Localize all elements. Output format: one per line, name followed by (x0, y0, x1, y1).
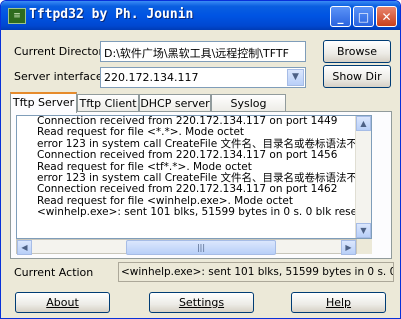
log-line: <winhelp.exe>: sent 101 blks, 51599 byte… (37, 206, 368, 219)
vertical-scrollbar[interactable]: ▲ ▼ (355, 116, 371, 238)
settings-label: Settings (178, 296, 225, 309)
tftp-server-panel: Connection received from 220.172.134.117… (10, 111, 392, 259)
minimize-button[interactable]: _ (330, 6, 351, 27)
current-directory-label: Current Directory (14, 45, 110, 58)
chevron-down-icon[interactable]: ▼ (287, 69, 304, 86)
tftpd-icon: ≡ (8, 8, 26, 24)
tab-dhcp-server[interactable]: DHCP server (139, 94, 211, 112)
current-directory-field[interactable]: D:\软件广场\黑软工具\远程控制\TFTF (100, 41, 306, 62)
scroll-up-icon[interactable]: ▲ (356, 116, 371, 131)
title-bar[interactable]: ≡ Tftpd32 by Ph. Jounin _ □ ✕ (1, 1, 400, 30)
log-listbox[interactable]: Connection received from 220.172.134.117… (16, 115, 372, 239)
horizontal-scroll-thumb[interactable]: ||| (126, 240, 276, 255)
tab-tftp-server[interactable]: Tftp Server (10, 92, 77, 113)
browse-button[interactable]: Browse (323, 40, 391, 63)
current-action-label: Current Action (14, 266, 94, 279)
tab-syslog-server[interactable]: Syslog server (211, 94, 286, 127)
scroll-down-icon[interactable]: ▼ (356, 223, 371, 238)
log-line: Connection received from 220.172.134.117… (37, 149, 338, 162)
about-label: About (46, 296, 79, 309)
main-window: ≡ Tftpd32 by Ph. Jounin _ □ ✕ Current Di… (0, 0, 401, 319)
show-dir-button[interactable]: Show Dir (323, 65, 391, 88)
tab-tftp-client[interactable]: Tftp Client (77, 94, 139, 112)
horizontal-scrollbar[interactable]: ◀ ||| ▶ (16, 239, 357, 255)
server-interfaces-select[interactable]: 220.172.134.117 (100, 67, 306, 88)
maximize-button[interactable]: □ (353, 6, 374, 27)
window-title: Tftpd32 by Ph. Jounin (29, 7, 194, 22)
server-interfaces-label: Server interfaces (14, 70, 109, 83)
help-button[interactable]: Help (291, 292, 386, 313)
settings-button[interactable]: Settings (149, 292, 254, 313)
about-button[interactable]: About (15, 292, 110, 313)
server-interface-value: 220.172.134.117 (104, 71, 199, 84)
scroll-right-icon[interactable]: ▶ (341, 240, 356, 255)
scroll-corner (357, 239, 372, 254)
current-action-field: <winhelp.exe>: sent 101 blks, 51599 byte… (118, 262, 394, 282)
help-label: Help (325, 296, 352, 309)
close-button[interactable]: ✕ (376, 6, 397, 27)
scroll-left-icon[interactable]: ◀ (17, 240, 32, 255)
